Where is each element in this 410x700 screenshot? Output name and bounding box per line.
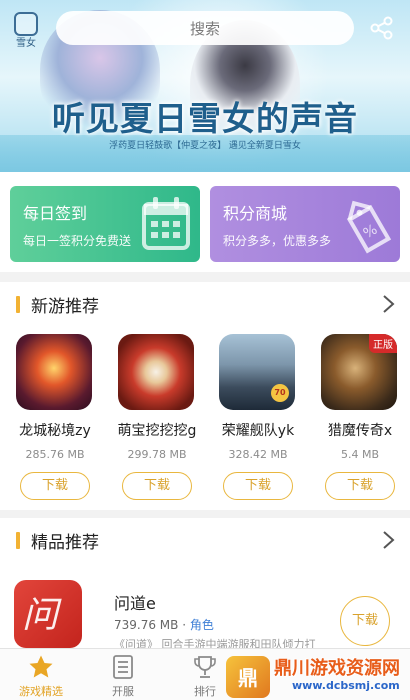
banner-subtitle: 浮药夏日轻鼓歌【仲夏之夜】 遇见全新夏日雪女 (109, 141, 301, 151)
download-button[interactable]: 下载 (223, 472, 293, 500)
checkin-title: 每日签到 (23, 204, 88, 223)
game-icon-mengbao[interactable] (118, 334, 194, 410)
chevron-right-icon[interactable] (378, 294, 398, 314)
new-games-title: 新游推荐 (31, 297, 99, 317)
game-name: 龙城秘境zy (19, 423, 91, 439)
featured-download-button[interactable]: 下载 (340, 596, 390, 646)
featured-title: 精品推荐 (31, 533, 99, 553)
meta-separator: · (182, 618, 187, 632)
featured-game-icon[interactable]: 问 (14, 580, 82, 648)
new-games-header[interactable]: 新游推荐 (0, 282, 410, 326)
calendar-icon (142, 197, 190, 250)
watermark-url: www.dcbsmj.com (292, 679, 400, 692)
featured-game-meta: 739.76 MB · 角色 (114, 616, 214, 633)
version-badge: 70 (271, 384, 289, 402)
site-watermark: 鼎 鼎川游戏资源网 www.dcbsmj.com (226, 652, 410, 700)
game-icon-longcheng[interactable] (16, 334, 92, 410)
game-card[interactable]: 萌宝挖挖挖g 299.78 MB 下载 (107, 334, 207, 504)
game-logo-mark (14, 12, 38, 36)
section-accent-bar (16, 532, 20, 549)
mall-title: 积分商城 (223, 204, 288, 223)
trophy-icon (194, 656, 216, 678)
featured-section: 精品推荐 问 问道e 739.76 MB · 角色 《问道》 回合手游中端游服和… (0, 518, 410, 651)
star-icon (29, 655, 53, 678)
section-accent-bar (16, 296, 20, 313)
featured-game-size: 739.76 MB (114, 618, 179, 632)
game-name: 萌宝挖挖挖g (117, 423, 197, 439)
svg-text:%: % (361, 222, 381, 243)
nav-item-server[interactable]: 开服 (82, 649, 164, 700)
game-card[interactable]: 龙城秘境zy 285.76 MB 下载 (5, 334, 105, 504)
watermark-title: 鼎川游戏资源网 (274, 658, 400, 679)
banner-logo-text: 雪女 (16, 38, 36, 49)
featured-game-category: 角色 (189, 618, 214, 632)
share-icon[interactable] (368, 14, 396, 42)
download-button[interactable]: 下载 (20, 472, 90, 500)
download-button[interactable]: 下载 (122, 472, 192, 500)
watermark-logo: 鼎 (226, 656, 270, 698)
game-name: 荣耀舰队yk (221, 423, 295, 439)
price-tag-icon: % (346, 200, 392, 254)
official-badge: 正版 (369, 334, 397, 353)
game-size: 328.42 MB (228, 448, 288, 461)
quick-cards: 每日签到 每日一签积分免费送 积分商城 积分多多，优惠多多 % (0, 172, 410, 272)
game-card[interactable]: 70 荣耀舰队yk 328.42 MB 下载 (208, 334, 308, 504)
new-games-section: 新游推荐 龙城秘境zy 285.76 MB 下载 萌宝挖挖挖g 299.78 M… (0, 282, 410, 510)
game-icon-rongyao[interactable]: 70 (219, 334, 295, 410)
game-size: 299.78 MB (127, 448, 187, 461)
featured-game-name[interactable]: 问道e (114, 590, 156, 614)
banner-game-logo: 雪女 (6, 12, 46, 54)
nav-label: 游戏精选 (19, 685, 63, 698)
watermark-logo-glyph: 鼎 (238, 666, 258, 690)
featured-header[interactable]: 精品推荐 (0, 518, 410, 562)
search-input[interactable]: 搜索 (56, 11, 354, 45)
points-mall-card[interactable]: 积分商城 积分多多，优惠多多 % (210, 186, 400, 262)
checkin-subtitle: 每日一签积分免费送 (23, 234, 132, 248)
game-card[interactable]: 正版 猎魔传奇x 5.4 MB 下载 (310, 334, 410, 504)
list-icon (113, 655, 133, 679)
featured-icon-glyph: 问 (22, 595, 59, 636)
mall-subtitle: 积分多多，优惠多多 (223, 234, 332, 248)
daily-checkin-card[interactable]: 每日签到 每日一签积分免费送 (10, 186, 200, 262)
game-name: 猎魔传奇x (327, 423, 393, 439)
banner-title: 听见夏日雪女的声音 (52, 99, 358, 138)
download-button[interactable]: 下载 (325, 472, 395, 500)
search-placeholder: 搜索 (189, 19, 220, 38)
game-size: 285.76 MB (25, 448, 85, 461)
chevron-right-icon[interactable] (378, 530, 398, 550)
game-size: 5.4 MB (340, 448, 380, 461)
nav-item-featured[interactable]: 游戏精选 (0, 649, 82, 700)
game-icon-liemo[interactable]: 正版 (321, 334, 397, 410)
nav-label: 开服 (112, 685, 134, 698)
